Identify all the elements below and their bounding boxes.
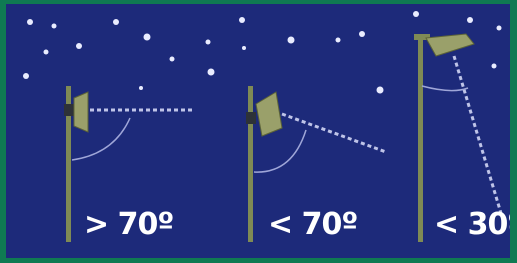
star-icon: [491, 63, 497, 69]
angle-label: > 70º: [84, 207, 174, 242]
star-icon: [287, 36, 295, 44]
star-icon: [467, 17, 473, 23]
star-icon: [242, 46, 246, 50]
star-icon: [76, 43, 82, 49]
star-icon: [139, 86, 143, 90]
star-icon: [205, 39, 211, 45]
star-icon: [43, 49, 49, 55]
star-icon: [27, 19, 33, 25]
star-icon: [143, 33, 151, 41]
angle-label: < 30º: [434, 207, 510, 242]
stars: [23, 11, 502, 94]
star-icon: [359, 31, 365, 37]
night-sky-panel: > 70º < 70º < 30º: [6, 4, 510, 258]
angle-label: < 70º: [268, 207, 358, 242]
star-icon: [113, 19, 119, 25]
star-icon: [207, 68, 215, 76]
star-icon: [239, 17, 245, 23]
star-icon: [376, 86, 384, 94]
star-icon: [23, 73, 29, 79]
diagram-frame: > 70º < 70º < 30º: [0, 0, 517, 263]
star-icon: [413, 11, 419, 17]
star-icon: [496, 25, 502, 31]
star-icon: [169, 56, 175, 62]
star-icon: [51, 23, 57, 29]
star-icon: [335, 37, 341, 43]
